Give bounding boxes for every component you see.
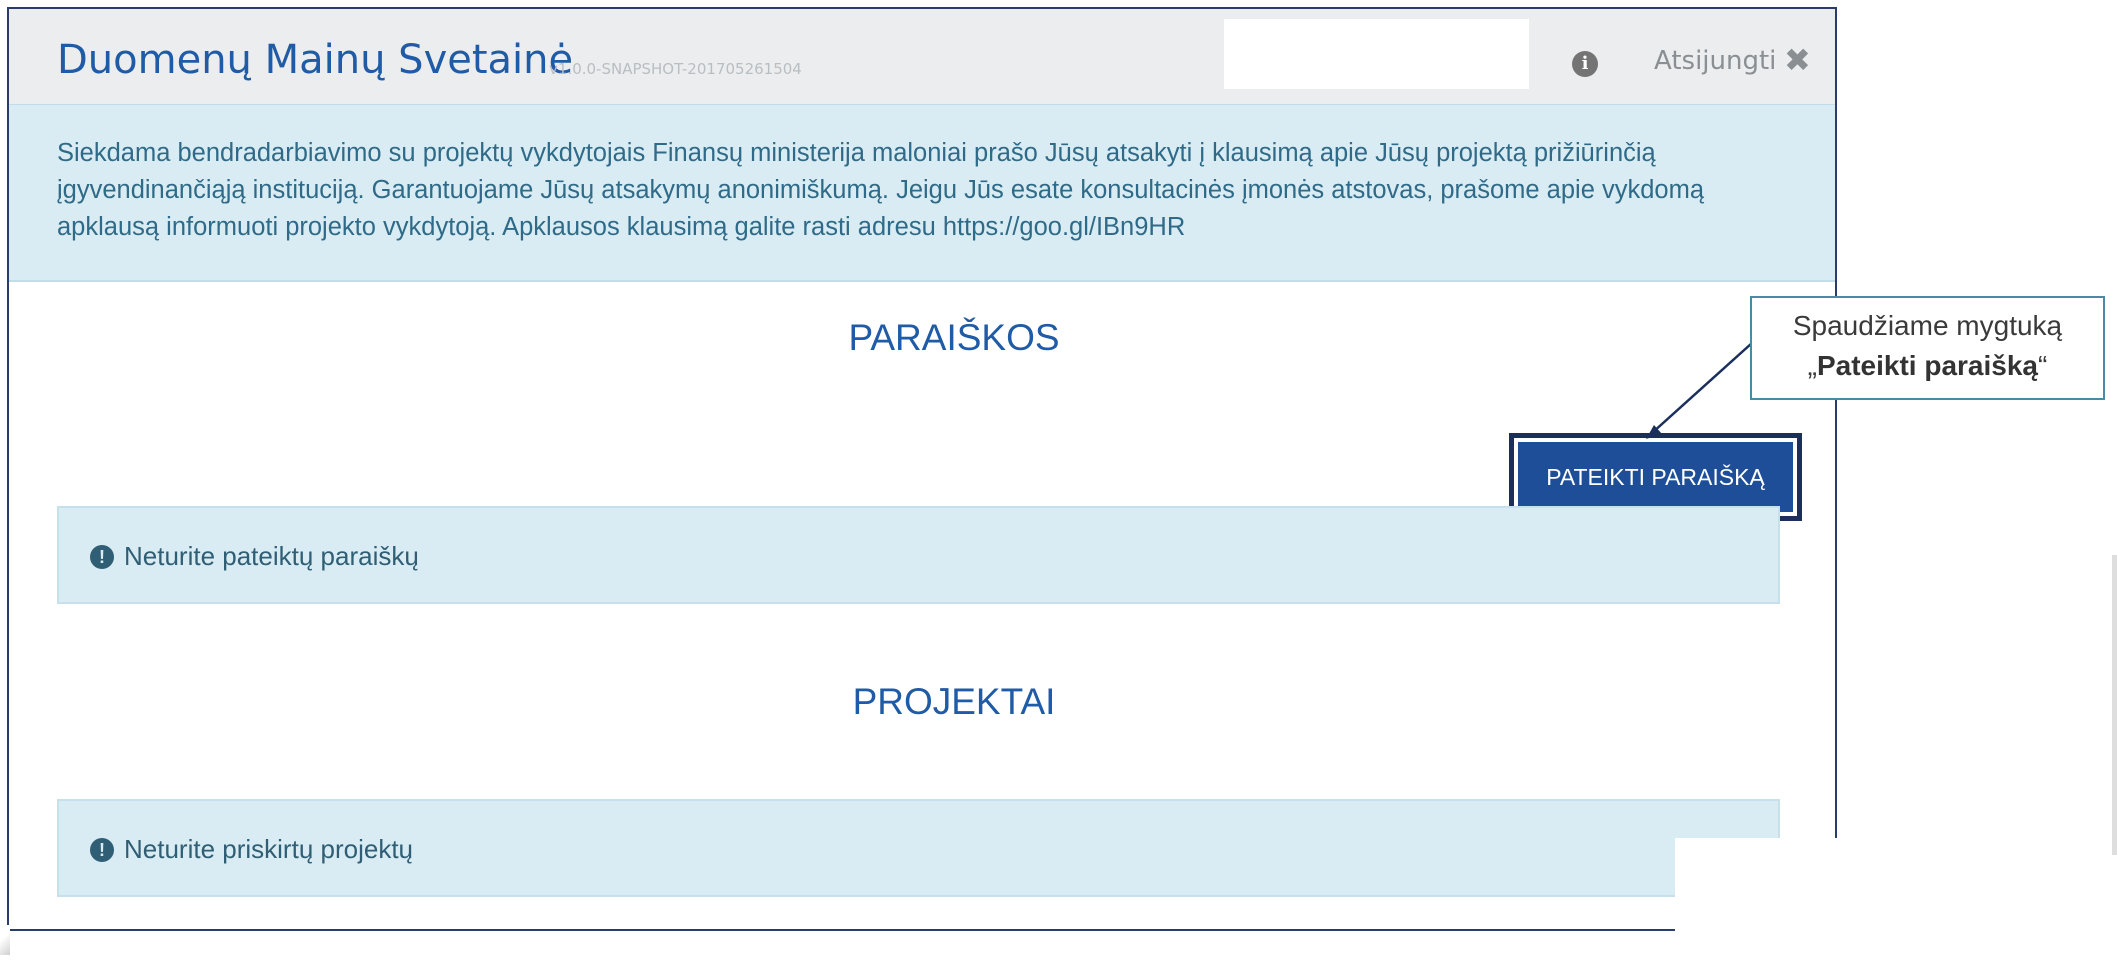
callout-quote-open: „ — [1807, 350, 1817, 381]
instruction-callout: Spaudžiame mygtuką „Pateikti paraišką“ — [1750, 296, 2105, 400]
info-icon[interactable]: i — [1572, 51, 1598, 77]
close-icon[interactable]: ✖ — [1784, 41, 1811, 79]
notice-text: Siekdama bendradarbiavimo su projektų vy… — [57, 139, 1705, 241]
app-window: Duomenų Mainų Svetainė v1.0.0-SNAPSHOT-2… — [7, 7, 1837, 931]
version-label: v1.0.0-SNAPSHOT-201705261504 — [549, 60, 802, 78]
no-applications-alert: ! Neturite pateiktų paraiškų — [57, 506, 1780, 604]
no-applications-text: Neturite pateiktų paraiškų — [124, 541, 419, 571]
scrollbar[interactable] — [2112, 555, 2117, 855]
exclamation-circle-icon: ! — [90, 544, 114, 569]
applications-heading: PARAIŠKOS — [848, 317, 1060, 358]
callout-bold-text: Pateikti paraišką — [1816, 350, 2039, 381]
callout-line2: „Pateikti paraišką“ — [1752, 346, 2103, 386]
no-projects-text: Neturite priskirtų projektų — [124, 834, 413, 864]
projects-heading: PROJEKTAI — [852, 681, 1056, 722]
callout-quote-close: “ — [2038, 350, 2048, 381]
submit-application-button[interactable]: PATEIKTI PARAIŠKĄ — [1518, 442, 1793, 512]
survey-notice: Siekdama bendradarbiavimo su projektų vy… — [9, 104, 1835, 282]
logout-link[interactable]: Atsijungti — [1654, 46, 1776, 76]
overlay-mask — [1675, 838, 2117, 962]
site-title[interactable]: Duomenų Mainų Svetainė — [57, 37, 573, 83]
top-navbar: Duomenų Mainų Svetainė v1.0.0-SNAPSHOT-2… — [9, 9, 1835, 104]
navbar-blank-field — [1224, 19, 1529, 89]
no-projects-alert: ! Neturite priskirtų projektų — [57, 799, 1780, 897]
callout-line1: Spaudžiame mygtuką — [1792, 310, 2063, 341]
exclamation-circle-icon: ! — [90, 837, 114, 862]
corner-shadow — [0, 925, 10, 955]
